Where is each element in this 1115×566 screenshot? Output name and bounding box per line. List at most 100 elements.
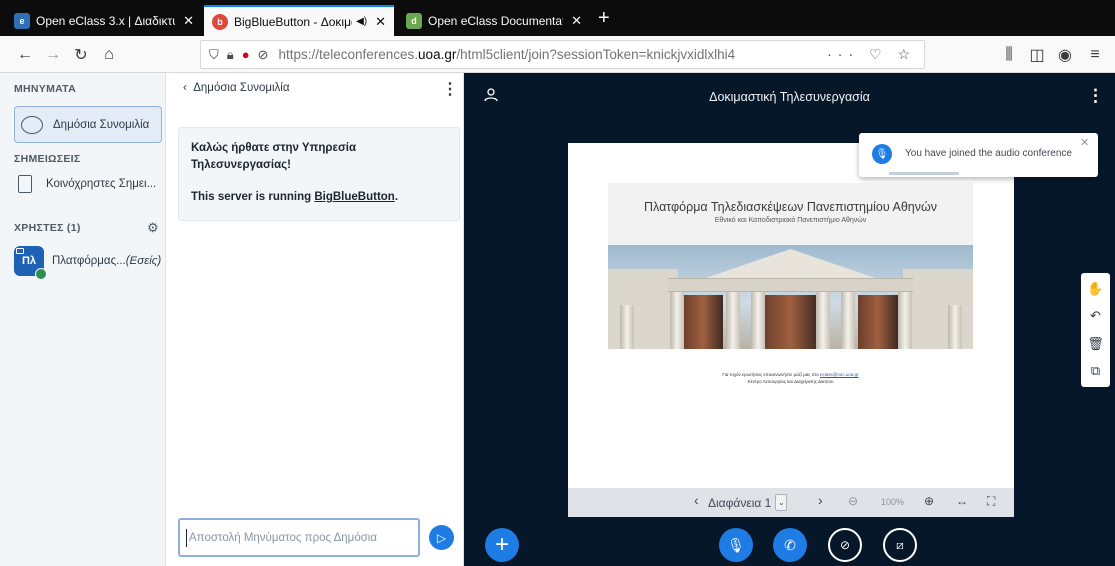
pediment: [703, 249, 878, 279]
bigbluebutton-icon: b: [212, 13, 228, 30]
forward-icon[interactable]: →: [42, 44, 64, 66]
avatar-initials: Πλ: [21, 255, 37, 267]
leave-audio-button[interactable]: ✆: [773, 528, 807, 562]
bigbluebutton-link[interactable]: BigBlueButton: [314, 191, 394, 203]
sidebar-icon[interactable]: ◫: [1026, 44, 1048, 66]
previous-slide-button[interactable]: ‹: [694, 492, 699, 508]
slide-footer: Για τυχόν ερωτήσεις επικοινωνήστε μαζί μ…: [608, 371, 973, 385]
docs-icon: d: [406, 12, 422, 29]
server-info: This server is running BigBlueButton.: [191, 189, 447, 206]
camera-off-icon: ⊘: [839, 538, 851, 552]
shared-notes-label: Κοινόχρηστες Σημει...: [46, 178, 157, 190]
share-screen-button[interactable]: ⧄: [883, 528, 917, 562]
page-actions-icon[interactable]: ··· ♡ ☆: [827, 46, 916, 63]
user-list-panel: ΜΗΝΥΜΑΤΑ Δημόσια Συνομιλία ΣΗΜΕΙΩΣΕΙΣ Κο…: [0, 73, 166, 566]
mural: [683, 295, 723, 349]
tab-bigbluebutton[interactable]: b BigBlueButton - Δοκιμαστι ◀) ✕: [204, 5, 394, 36]
column: [620, 305, 634, 349]
account-icon[interactable]: ◉: [1054, 44, 1076, 66]
chat-input-placeholder: Αποστολή Μηνύματος προς Δημόσια: [189, 531, 378, 544]
avatar: Πλ: [14, 246, 47, 280]
user-name: Πλατφόρμας...: [52, 255, 126, 267]
send-icon: ▷: [436, 530, 447, 545]
share-webcam-button[interactable]: ⊘: [828, 528, 862, 562]
close-icon[interactable]: ✕: [375, 14, 386, 30]
chat-options-icon[interactable]: ⋮: [442, 79, 458, 99]
new-tab-button[interactable]: +: [598, 8, 610, 28]
slide-footer-line2: Κέντρο Λειτουργίας και Διαχείρισης Δικτύ…: [747, 379, 834, 384]
presentation-area: Δοκιμαστική Τηλεσυνεργασία ⋮ Πλατφόρμα Τ…: [464, 73, 1115, 566]
trash-icon[interactable]: 🗑︎: [1087, 336, 1104, 352]
text-caret: [186, 528, 187, 547]
gear-icon[interactable]: ⚙: [147, 220, 159, 236]
column: [948, 305, 962, 349]
mute-button[interactable]: 🎙︎: [719, 528, 753, 562]
fullscreen-button[interactable]: ⛶: [987, 494, 995, 509]
slide-footer-email: eclass@noc.uoa.gr: [819, 372, 859, 377]
column: [898, 292, 912, 349]
url-bar[interactable]: ⛉ 🔒︎ ● ⊘ https://teleconferences.uoa.gr/…: [200, 40, 925, 69]
tab-title: BigBlueButton - Δοκιμαστι: [234, 14, 352, 29]
reload-icon[interactable]: ↻: [70, 44, 92, 66]
user-you-label: (Εσείς): [125, 255, 162, 267]
chat-bubble-icon: [21, 115, 43, 134]
presentation-toolbar: ‹ Διαφάνεια 1 ⌄ › ⊖ 100% ⊕ ↔ ⛶: [568, 488, 1014, 517]
lock-icon[interactable]: 🔒︎: [227, 47, 234, 63]
microphone-status-icon: [35, 268, 47, 280]
tab-eclass[interactable]: e Open eClass 3.x | Διαδικτυακό ✕: [6, 5, 202, 36]
audio-joined-toast: 🎙︎ You have joined the audio conference …: [859, 133, 1098, 177]
chat-panel: ‹ Δημόσια Συνομιλία ⋮ Καλώς ήρθατε στην …: [166, 73, 464, 566]
column: [841, 292, 855, 349]
zoom-out-button[interactable]: ⊖: [848, 494, 858, 508]
tab-title: Open eClass 3.x | Διαδικτυακό: [36, 13, 175, 28]
shield-icon[interactable]: ⛉: [209, 47, 219, 63]
menu-icon[interactable]: ≡: [1084, 44, 1106, 66]
chat-back-button[interactable]: ‹ Δημόσια Συνομιλία: [183, 82, 290, 94]
chat-message-input[interactable]: Αποστολή Μηνύματος προς Δημόσια: [178, 518, 420, 557]
shared-notes-item[interactable]: Κοινόχρηστες Σημει...: [18, 175, 156, 193]
fit-width-button[interactable]: ↔: [956, 494, 968, 508]
actions-button[interactable]: +: [485, 528, 519, 562]
column: [670, 292, 684, 349]
hand-tool-icon[interactable]: ✋: [1087, 281, 1103, 297]
slide-subtitle: Εθνικό και Καποδιστριακό Πανεπιστήμιο Αθ…: [714, 217, 867, 224]
back-icon[interactable]: ←: [14, 44, 36, 66]
zoom-level: 100%: [881, 497, 905, 507]
speaker-icon[interactable]: ◀): [356, 16, 367, 27]
multi-user-whiteboard-icon[interactable]: ⧉: [1091, 363, 1100, 379]
url-text: https://teleconferences.uoa.gr/html5clie…: [278, 47, 735, 62]
slide-selector[interactable]: Διαφάνεια 1 ⌄: [708, 494, 788, 511]
microphone-permission-icon[interactable]: ●: [242, 47, 250, 62]
tab-documentation[interactable]: d Open eClass Documentation ✕: [398, 5, 590, 36]
public-chat-label: Δημόσια Συνομιλία: [53, 118, 150, 131]
send-message-button[interactable]: ▷: [429, 525, 454, 550]
home-icon[interactable]: ⌂: [98, 44, 120, 66]
notes-title: ΣΗΜΕΙΩΣΕΙΣ: [14, 153, 81, 165]
public-chat-item[interactable]: Δημόσια Συνομιλία: [14, 106, 162, 143]
close-icon[interactable]: ✕: [1080, 136, 1089, 149]
chevron-down-icon: ⌄: [775, 494, 788, 511]
close-icon[interactable]: ✕: [183, 13, 194, 29]
autoplay-blocked-icon[interactable]: ⊘: [258, 47, 269, 63]
undo-icon[interactable]: ↶: [1090, 308, 1101, 324]
slide-title: Πλατφόρμα Τηλεδιασκέψεων Πανεπιστημίου Α…: [643, 200, 937, 214]
column: [726, 292, 740, 349]
toast-message: You have joined the audio conference: [905, 148, 1072, 159]
university-building-image: [608, 245, 973, 349]
microphone-icon: 🎙︎: [727, 536, 745, 553]
slide-label: Διαφάνεια 1: [708, 495, 772, 510]
library-icon[interactable]: ⫼: [998, 44, 1020, 66]
chat-title: Δημόσια Συνομιλία: [193, 82, 290, 94]
entablature: [668, 278, 913, 292]
slide-footer-line1: Για τυχόν ερωτήσεις επικοινωνήστε μαζί μ…: [608, 371, 973, 378]
close-icon[interactable]: ✕: [571, 13, 582, 29]
browser-tabstrip: e Open eClass 3.x | Διαδικτυακό ✕ b BigB…: [0, 0, 1115, 36]
next-slide-button[interactable]: ›: [818, 492, 823, 508]
building-wing: [903, 269, 973, 349]
options-icon[interactable]: ⋮: [1087, 86, 1104, 106]
mural: [858, 295, 898, 349]
user-list-item[interactable]: Πλ Πλατφόρμας... (Εσείς): [14, 246, 162, 280]
zoom-in-button[interactable]: ⊕: [924, 494, 934, 508]
phone-icon: ✆: [784, 536, 796, 553]
server-prefix: This server is running: [191, 191, 315, 203]
